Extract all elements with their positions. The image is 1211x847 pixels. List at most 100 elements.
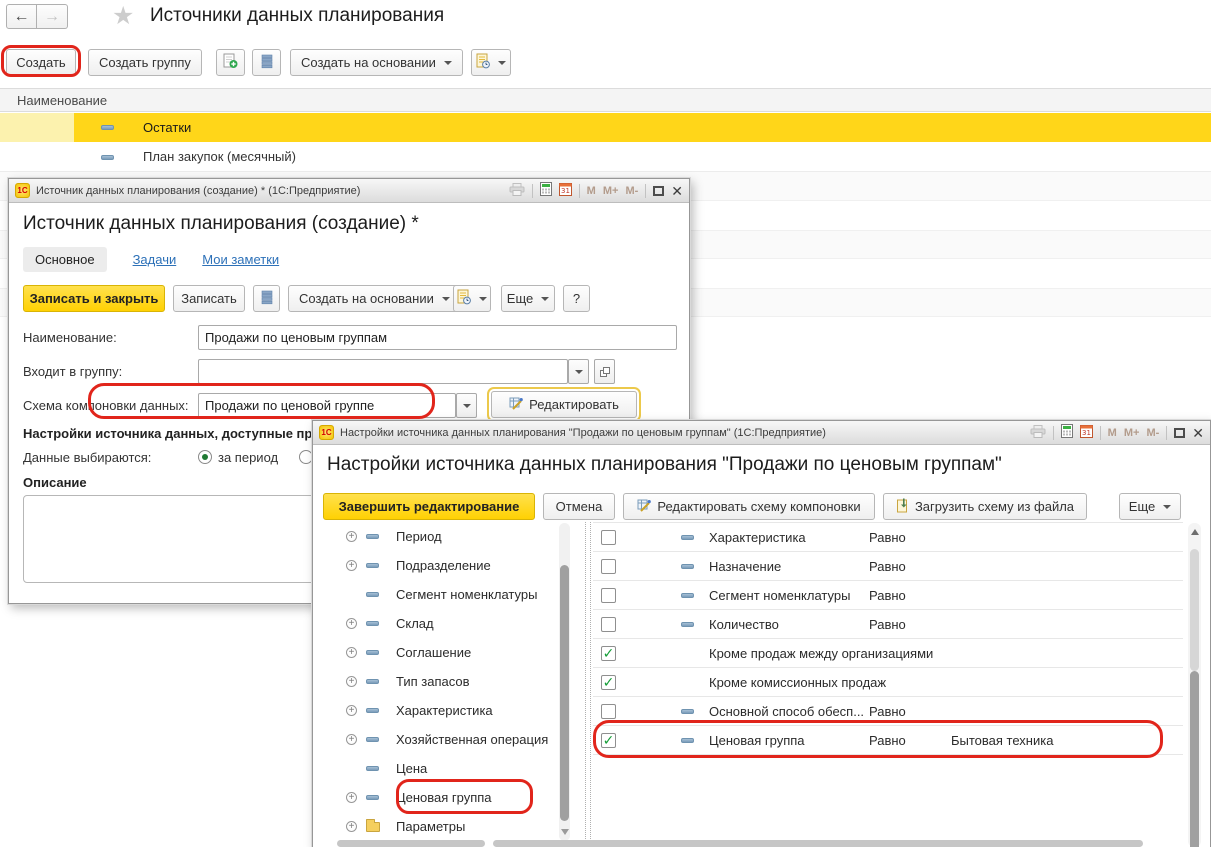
- load-schema-from-file-button[interactable]: Загрузить схему из файла: [883, 493, 1087, 520]
- expand-plus-icon[interactable]: +: [346, 647, 357, 658]
- expand-plus-icon[interactable]: +: [346, 618, 357, 629]
- tree-hscrollbar-thumb[interactable]: [337, 840, 485, 847]
- tree-item[interactable]: + Сегмент номенклатуры: [313, 580, 559, 609]
- condition-row[interactable]: Назначение Равно: [593, 552, 1183, 581]
- condition-row[interactable]: Кроме продаж между организациями: [593, 639, 1183, 668]
- expand-plus-icon[interactable]: +: [346, 705, 357, 716]
- name-field[interactable]: [198, 325, 677, 350]
- memory-minus-button[interactable]: M-: [625, 185, 638, 197]
- maximize-icon[interactable]: [1174, 428, 1185, 438]
- list-scrollbar-thumb[interactable]: [1190, 671, 1199, 847]
- condition-checkbox[interactable]: [601, 559, 616, 574]
- create-based-on-button[interactable]: Создать на основании: [288, 285, 461, 312]
- column-header-name[interactable]: Наименование: [17, 93, 107, 108]
- parent-group-field[interactable]: [198, 359, 568, 384]
- edit-schema-button[interactable]: Редактировать: [491, 391, 637, 418]
- calendar-icon[interactable]: 31: [559, 182, 572, 199]
- favorite-star-icon[interactable]: ★: [112, 1, 134, 31]
- calculator-icon[interactable]: [540, 182, 552, 199]
- close-icon[interactable]: ✕: [671, 186, 683, 196]
- tree-scrollbar-thumb[interactable]: [560, 565, 569, 821]
- list-hscrollbar-thumb[interactable]: [493, 840, 1143, 847]
- list-scrollbar[interactable]: [1188, 523, 1201, 847]
- save-and-close-button[interactable]: Записать и закрыть: [23, 285, 165, 312]
- print-icon[interactable]: [509, 183, 525, 199]
- table-row[interactable]: Остатки: [0, 113, 1211, 142]
- maximize-icon[interactable]: [653, 186, 664, 196]
- radio-second-option[interactable]: [299, 450, 313, 464]
- dialog1-titlebar[interactable]: 1С Источник данных планирования (создани…: [9, 179, 689, 203]
- edit-composition-schema-button[interactable]: Редактировать схему компоновки: [623, 493, 875, 520]
- expand-plus-icon[interactable]: +: [346, 531, 357, 542]
- expand-plus-icon[interactable]: +: [346, 821, 357, 832]
- condition-checkbox[interactable]: [601, 588, 616, 603]
- condition-row[interactable]: Основной способ обесп... Равно: [593, 697, 1183, 726]
- copy-list-button[interactable]: [253, 285, 280, 312]
- save-button[interactable]: Записать: [173, 285, 245, 312]
- table-row[interactable]: План закупок (месячный): [0, 142, 1211, 172]
- tree-item[interactable]: + Тип запасов: [313, 667, 559, 696]
- expand-plus-icon[interactable]: +: [346, 560, 357, 571]
- condition-checkbox[interactable]: [601, 675, 616, 690]
- tab-tasks[interactable]: Задачи: [133, 252, 177, 267]
- tree-item[interactable]: + Соглашение: [313, 638, 559, 667]
- calculator-icon[interactable]: [1061, 424, 1073, 441]
- condition-checkbox[interactable]: [601, 617, 616, 632]
- scroll-down-arrow-icon[interactable]: [561, 829, 569, 835]
- tree-item[interactable]: + Хозяйственная операция: [313, 725, 559, 754]
- expand-plus-icon[interactable]: +: [346, 734, 357, 745]
- scroll-up-arrow-icon[interactable]: [1191, 529, 1199, 535]
- create-button[interactable]: Создать: [6, 49, 76, 76]
- condition-row[interactable]: Количество Равно: [593, 610, 1183, 639]
- condition-checkbox[interactable]: [601, 646, 616, 661]
- close-icon[interactable]: ✕: [1192, 428, 1204, 438]
- memory-button[interactable]: M: [1108, 427, 1117, 439]
- reports-dropdown-button[interactable]: [471, 49, 511, 76]
- schema-field[interactable]: [198, 393, 456, 418]
- radio-for-period[interactable]: [198, 450, 212, 464]
- more-button[interactable]: Еще: [1119, 493, 1181, 520]
- expand-plus-icon[interactable]: +: [346, 792, 357, 803]
- create-new-item-button[interactable]: [216, 49, 245, 76]
- tree-item[interactable]: + Ценовая группа: [313, 783, 559, 812]
- reports-dropdown-button[interactable]: [453, 285, 491, 312]
- nav-forward-button[interactable]: →: [37, 4, 68, 29]
- parent-group-open-button[interactable]: [594, 359, 615, 384]
- help-button[interactable]: ?: [563, 285, 590, 312]
- tree-item[interactable]: + Цена: [313, 754, 559, 783]
- memory-plus-button[interactable]: M+: [1124, 427, 1140, 439]
- parent-group-dropdown-button[interactable]: [568, 359, 589, 384]
- finish-editing-button[interactable]: Завершить редактирование: [323, 493, 535, 520]
- condition-row[interactable]: Сегмент номенклатуры Равно: [593, 581, 1183, 610]
- cancel-button[interactable]: Отмена: [543, 493, 615, 520]
- condition-checkbox[interactable]: [601, 704, 616, 719]
- tab-my-notes[interactable]: Мои заметки: [202, 252, 279, 267]
- create-group-button[interactable]: Создать группу: [88, 49, 202, 76]
- calendar-icon[interactable]: 31: [1080, 424, 1093, 441]
- tab-main[interactable]: Основное: [23, 247, 107, 272]
- nav-back-button[interactable]: ←: [6, 4, 37, 29]
- condition-row[interactable]: Характеристика Равно: [593, 523, 1183, 552]
- copy-list-button[interactable]: [252, 49, 281, 76]
- tree-item[interactable]: + Период: [313, 522, 559, 551]
- tree-item[interactable]: + Подразделение: [313, 551, 559, 580]
- create-based-on-button[interactable]: Создать на основании: [290, 49, 463, 76]
- tree-item[interactable]: + Характеристика: [313, 696, 559, 725]
- tree-item[interactable]: + Параметры: [313, 812, 559, 841]
- print-icon[interactable]: [1030, 425, 1046, 441]
- panel-splitter[interactable]: [585, 522, 591, 847]
- condition-row[interactable]: Кроме комиссионных продаж: [593, 668, 1183, 697]
- condition-checkbox[interactable]: [601, 530, 616, 545]
- memory-minus-button[interactable]: M-: [1146, 427, 1159, 439]
- condition-row[interactable]: Ценовая группа Равно Бытовая техника: [593, 726, 1183, 755]
- memory-plus-button[interactable]: M+: [603, 185, 619, 197]
- tree-scrollbar[interactable]: [559, 523, 570, 841]
- more-button[interactable]: Еще: [501, 285, 555, 312]
- tree-item[interactable]: + Склад: [313, 609, 559, 638]
- condition-checkbox[interactable]: [601, 733, 616, 748]
- expand-plus-icon[interactable]: +: [346, 676, 357, 687]
- schema-dropdown-button[interactable]: [456, 393, 477, 418]
- dialog2-titlebar[interactable]: 1С Настройки источника данных планирован…: [313, 421, 1210, 445]
- memory-button[interactable]: M: [587, 185, 596, 197]
- radio-for-period-label[interactable]: за период: [218, 445, 278, 470]
